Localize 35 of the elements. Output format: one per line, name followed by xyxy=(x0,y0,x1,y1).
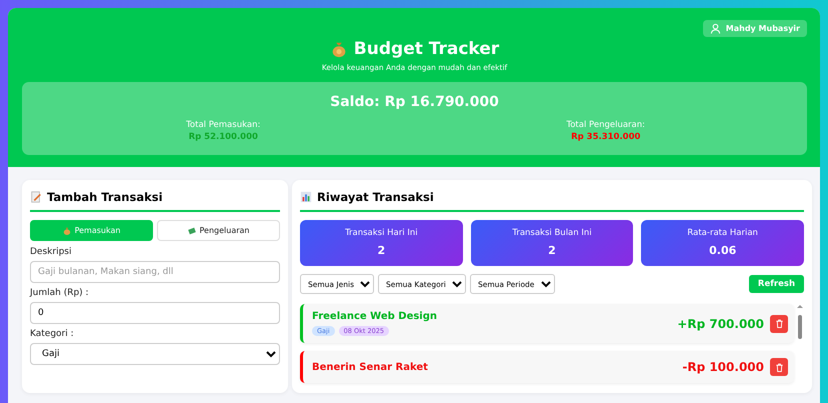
stat-label: Rata-rata Harian xyxy=(686,228,759,238)
field-label: Deskripsi xyxy=(30,247,72,257)
stat-label: Transaksi Bulan Ini xyxy=(511,228,593,238)
transaction-title: Freelance Web Design xyxy=(312,311,438,322)
memo-icon xyxy=(30,191,42,203)
transaction-amount: +Rp 700.000 xyxy=(677,316,764,330)
total-label: Total Pengeluaran: xyxy=(565,120,646,130)
field-label: Kategori : xyxy=(30,329,75,339)
delete-button[interactable] xyxy=(770,358,788,376)
banknote-icon xyxy=(188,226,196,234)
field-label: Jumlah (Rp) : xyxy=(30,288,90,298)
transaction-amount: -Rp 100.000 xyxy=(682,360,764,374)
user-icon xyxy=(710,23,721,34)
stat-label: Transaksi Hari Ini xyxy=(344,228,419,238)
history-title: Riwayat Transaksi xyxy=(317,190,434,204)
form-title: Tambah Transaksi xyxy=(47,190,163,204)
stat-value: 2 xyxy=(376,244,386,257)
total-amount: Rp 52.100.000 xyxy=(188,132,259,142)
bar-chart-icon xyxy=(300,191,312,203)
total-amount: Rp 35.310.000 xyxy=(570,132,642,142)
amount-field[interactable]: 0 xyxy=(30,302,280,324)
stat-value: 0.06 xyxy=(708,244,738,257)
total-label: Total Pemasukan: xyxy=(185,120,262,130)
description-field[interactable]: Gaji bulanan, Makan siang, dll xyxy=(30,261,280,283)
money-bag-icon xyxy=(62,226,71,234)
category-dropdown[interactable]: Gaji xyxy=(30,343,280,365)
trash-icon xyxy=(774,319,784,328)
money-bag-icon xyxy=(330,40,348,58)
transaction-title: Benerin Senar Raket xyxy=(312,362,428,372)
balance-text: Saldo: Rp 16.790.000 xyxy=(329,94,500,110)
trash-icon xyxy=(774,362,784,372)
stat-value: 2 xyxy=(547,244,557,257)
type-tab[interactable]: Pengeluaran xyxy=(157,220,280,241)
delete-button[interactable] xyxy=(770,314,788,332)
app-title: Budget Tracker xyxy=(354,39,500,59)
